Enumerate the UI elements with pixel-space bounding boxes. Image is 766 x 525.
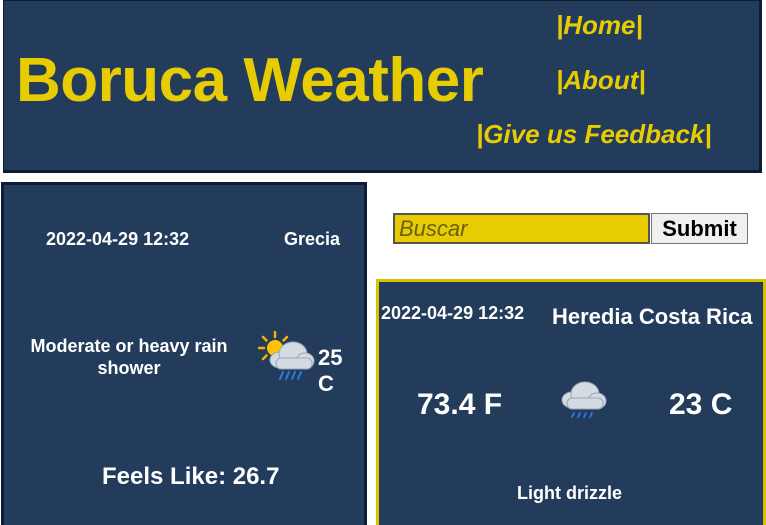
card-condition: Light drizzle xyxy=(517,483,622,503)
card-datetime: 2022-04-29 12:32 xyxy=(46,229,190,249)
brand-title: Boruca Weather xyxy=(16,46,484,115)
cloud-drizzle-icon xyxy=(559,380,609,433)
weather-card-heredia: 2022-04-29 12:32 Heredia Costa Rica 73.4… xyxy=(376,279,766,525)
nav-about-link[interactable]: |About| xyxy=(556,65,646,95)
submit-button[interactable]: Submit xyxy=(651,213,748,244)
card-city: Grecia xyxy=(284,229,341,249)
card-condition: Moderate or heavy rain shower xyxy=(30,336,228,378)
card-feels-like: Feels Like: 26.7 xyxy=(102,463,280,490)
sun-cloud-rain-icon xyxy=(257,330,316,389)
card-datetime: 2022-04-29 12:32 xyxy=(381,303,525,323)
card-temp-c: 23 C xyxy=(669,388,733,421)
nav-home-link[interactable]: |Home| xyxy=(556,10,643,40)
card-location: Heredia Costa Rica xyxy=(552,304,753,329)
site-header: Boruca Weather |Home| |About| |Give us F… xyxy=(3,0,762,173)
card-temp-c: 25 C xyxy=(318,345,343,396)
search-input[interactable] xyxy=(393,213,650,244)
weather-card-grecia: 2022-04-29 12:32 Grecia Moderate or heav… xyxy=(1,182,367,525)
card-temp-f: 73.4 F xyxy=(417,388,503,421)
nav-feedback-link[interactable]: |Give us Feedback| xyxy=(476,119,712,149)
